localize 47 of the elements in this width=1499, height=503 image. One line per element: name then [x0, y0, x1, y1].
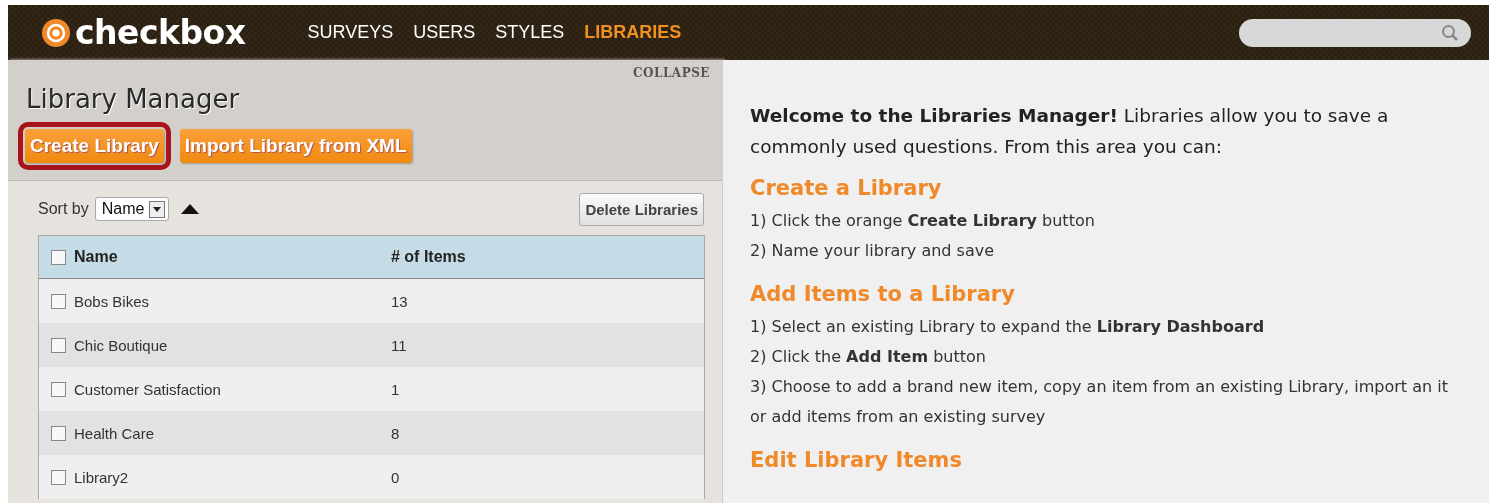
logo-text: checkbox: [75, 16, 246, 49]
section-heading: Edit Library Items: [750, 448, 963, 472]
checkbox[interactable]: [51, 337, 66, 353]
welcome-text: Welcome to the Libraries Manager! Libraries allow you to save a commonly used questions. From this area you can:: [750, 104, 1390, 159]
table-row[interactable]: Bobs Bikes 13: [39, 279, 704, 323]
nav-link[interactable]: STYLES: [495, 22, 565, 43]
checkbox[interactable]: [51, 381, 66, 397]
logo-icon: [41, 17, 71, 48]
search-icon: [1441, 23, 1459, 42]
checkbox[interactable]: [51, 425, 66, 441]
step-text: 1) Select an existing Library to expand the Library Dashboard: [750, 316, 1266, 338]
nav-link[interactable]: SURVEYS: [307, 22, 394, 43]
nav-link[interactable]: LIBRARIES: [584, 22, 682, 43]
step-text: 2) Name your library and save: [750, 240, 996, 262]
library-name: Chic Boutique: [74, 336, 168, 354]
table-row[interactable]: Health Care 8: [39, 411, 704, 455]
item-count: 8: [391, 424, 400, 442]
caret-icon: [149, 200, 166, 218]
delete-libraries-button[interactable]: Delete Libraries: [579, 192, 704, 226]
panel-title: Library Manager: [26, 84, 241, 114]
table-row[interactable]: Library2 0: [39, 455, 704, 499]
column-header: Name: [74, 248, 118, 266]
search-field[interactable]: [1239, 18, 1471, 47]
checkbox[interactable]: [51, 469, 66, 485]
step-text: 1) Click the orange Create Library button: [750, 210, 1096, 232]
step-text: 2) Click the Add Item button: [750, 346, 987, 368]
section-heading: Create a Library: [750, 176, 943, 200]
collapse-link[interactable]: COLLAPSE: [632, 66, 710, 80]
item-count: 11: [391, 336, 407, 354]
library-name: Health Care: [74, 424, 155, 442]
nav-link[interactable]: USERS: [413, 22, 476, 43]
table-row[interactable]: Customer Satisfaction 1: [39, 367, 704, 411]
item-count: 13: [391, 292, 408, 310]
step-text: 3) Choose to add a brand new item, copy an item from an existing Library, import an it or add items from an existing survey: [750, 376, 1449, 428]
sort-dropdown[interactable]: Name: [94, 197, 170, 221]
sort-label: Sort by: [38, 200, 89, 218]
checkbox[interactable]: [51, 293, 66, 309]
table-row[interactable]: Chic Boutique 11: [39, 323, 704, 367]
library-name: Library2: [74, 468, 129, 486]
column-header: # of Items: [391, 248, 466, 266]
item-count: 0: [391, 468, 400, 486]
sort-arrow-icon[interactable]: [181, 204, 200, 214]
section-heading: Add Items to a Library: [750, 282, 1016, 306]
checkbox[interactable]: [51, 249, 66, 265]
library-name: Bobs Bikes: [74, 292, 150, 310]
library-name: Customer Satisfaction: [74, 380, 221, 398]
item-count: 1: [391, 380, 400, 398]
